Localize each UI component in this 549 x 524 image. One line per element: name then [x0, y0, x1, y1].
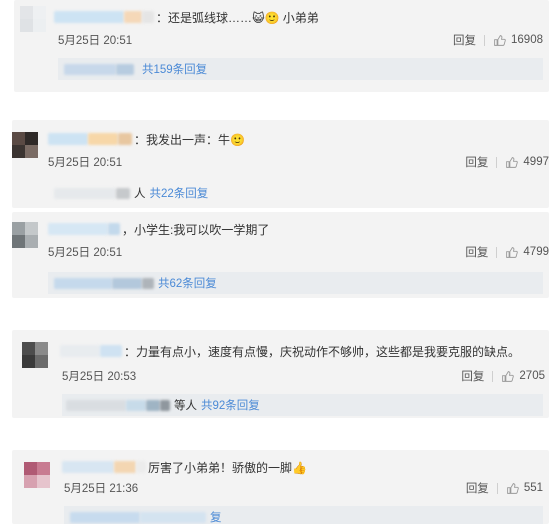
comment-card-4: ：力量有点小，速度有点慢，庆祝动作不够帅，这些都是我要克服的缺点。 5月25日 …	[12, 330, 549, 418]
comment-text: ，小学生:我可以吹一学期了	[122, 222, 270, 237]
reply-summary[interactable]: 共62条回复	[48, 272, 543, 294]
reply-summary[interactable]: 人 共22条回复	[48, 182, 543, 204]
comment-time: 5月25日 20:51	[58, 35, 133, 47]
thumbs-up-icon[interactable]	[493, 34, 506, 47]
comment-card-5: 厉害了小弟弟！骄傲的一脚👍 5月25日 21:36 回复 551 复	[12, 450, 549, 524]
like-count: 551	[523, 482, 543, 494]
comment-text: ：力量有点小，速度有点慢，庆祝动作不够帅，这些都是我要克服的缺点。	[124, 344, 521, 359]
reply-summary[interactable]: 等人 共92条回复	[62, 394, 543, 416]
username-blurred[interactable]	[48, 223, 108, 235]
username-blurred[interactable]	[62, 461, 114, 473]
view-replies-link[interactable]: 共62条回复	[158, 275, 217, 291]
reply-button[interactable]: 回复	[461, 368, 484, 384]
comment-text: ：还是弧线球……😺🙂 小弟弟	[156, 10, 319, 25]
thumbs-up-icon[interactable]	[506, 482, 519, 495]
avatar[interactable]	[24, 462, 50, 488]
username-blurred[interactable]	[60, 345, 100, 357]
comment-time: 5月25日 21:36	[64, 483, 139, 495]
comment-card-2: ：我发出一声：牛🙂 5月25日 20:51 回复 4997 人 共22条回复	[12, 120, 549, 208]
view-replies-link[interactable]: 共92条回复	[201, 397, 260, 413]
thumbs-up-icon[interactable]	[505, 246, 519, 259]
comment-time: 5月25日 20:51	[48, 247, 123, 259]
comment-text: ：我发出一声：牛🙂	[134, 132, 245, 147]
divider	[492, 370, 494, 382]
avatar[interactable]	[22, 342, 48, 368]
divider	[484, 34, 486, 46]
avatar[interactable]	[12, 132, 38, 158]
view-replies-link[interactable]: 共159条回复	[142, 61, 207, 77]
username-blurred[interactable]	[54, 11, 124, 23]
like-count: 16908	[511, 34, 543, 46]
comment-card-3: ，小学生:我可以吹一学期了 5月25日 20:51 回复 4799 共62条回复	[12, 212, 549, 298]
like-count: 2705	[519, 370, 545, 382]
reply-summary[interactable]: 复	[64, 506, 543, 524]
comment-time: 5月25日 20:53	[62, 371, 137, 383]
thumbs-up-icon[interactable]	[501, 370, 515, 383]
comment-text: 厉害了小弟弟！骄傲的一脚👍	[148, 460, 307, 475]
like-count: 4997	[523, 156, 549, 168]
avatar[interactable]	[12, 222, 38, 248]
reply-button[interactable]: 回复	[453, 32, 476, 48]
avatar[interactable]	[20, 6, 46, 32]
comment-time: 5月25日 20:51	[48, 157, 123, 169]
divider	[496, 246, 498, 258]
username-blurred[interactable]	[48, 133, 88, 145]
view-replies-link[interactable]: 复	[210, 509, 222, 524]
divider	[496, 156, 498, 168]
reply-summary[interactable]: 共159条回复	[58, 58, 543, 80]
view-replies-link[interactable]: 共22条回复	[150, 185, 209, 201]
reply-button[interactable]: 回复	[465, 244, 488, 260]
reply-button[interactable]: 回复	[465, 154, 488, 170]
reply-button[interactable]: 回复	[466, 480, 489, 496]
divider	[496, 482, 498, 494]
thumbs-up-icon[interactable]	[505, 156, 519, 169]
comment-card-1: ：还是弧线球……😺🙂 小弟弟 5月25日 20:51 回复 16908 共159…	[14, 0, 549, 92]
like-count: 4799	[523, 246, 549, 258]
